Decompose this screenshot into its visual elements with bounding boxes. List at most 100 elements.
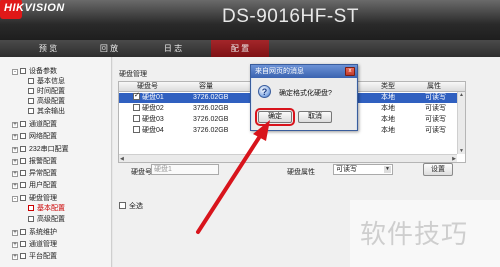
disk-id: 硬盘03	[142, 116, 164, 123]
main-nav: 预 览 回 放 日 志 配 置	[0, 40, 500, 57]
vertical-scrollbar[interactable]: ▲ ▼	[457, 92, 465, 154]
sidebar-item-label: 系统维护	[29, 229, 57, 236]
sidebar-item-platform-config[interactable]: + 平台配置	[12, 252, 57, 261]
folder-icon	[20, 158, 26, 164]
scroll-down-icon[interactable]: ▼	[459, 148, 464, 154]
section-title: 硬盘管理	[119, 71, 147, 78]
disk-id: 硬盘04	[142, 127, 164, 134]
expand-icon[interactable]: +	[12, 183, 18, 189]
sidebar-item-time-config[interactable]: 时间配置	[28, 87, 65, 96]
sidebar-item-disk-management[interactable]: - 硬盘管理	[12, 194, 57, 203]
tab-log[interactable]: 日 志	[143, 40, 203, 57]
folder-icon	[20, 241, 26, 247]
sidebar-item-serial-config[interactable]: +232串口配置	[12, 145, 69, 154]
sidebar-item-label: 通道配置	[29, 121, 57, 128]
confirm-dialog: 来自网页的消息 x ? 确定格式化硬盘? 确定 取消	[250, 64, 358, 131]
disk-attr-select[interactable]: 可读写 ▼	[333, 164, 393, 175]
disk-no-field[interactable]: 硬盘1	[151, 164, 219, 175]
sidebar-item-label: 232串口配置	[29, 146, 69, 153]
watermark: 软件技巧	[350, 200, 500, 267]
select-all-checkbox[interactable]: 全选	[119, 201, 143, 211]
horizontal-scrollbar[interactable]: ◀ ▶	[119, 154, 457, 162]
expand-icon[interactable]: +	[12, 242, 18, 248]
sidebar-item-exception-config[interactable]: + 异常配置	[12, 169, 57, 178]
sidebar-item-label: 其余输出	[37, 108, 65, 115]
sidebar-item-alarm-config[interactable]: + 报警配置	[12, 157, 57, 166]
expand-icon[interactable]: +	[12, 230, 18, 236]
page-icon	[28, 205, 34, 211]
disk-attr: 可读写	[425, 105, 446, 112]
sidebar-item-channel-config[interactable]: + 通道配置	[12, 120, 57, 129]
chevron-down-icon[interactable]: ▼	[384, 166, 391, 173]
disk-capacity: 3726.02GB	[193, 127, 229, 134]
sidebar-item-basic-info[interactable]: 基本信息	[28, 77, 65, 86]
folder-icon	[20, 146, 26, 152]
folder-icon	[20, 195, 26, 201]
sidebar-item-label: 平台配置	[29, 253, 57, 260]
sidebar-item-label: 通道管理	[29, 241, 57, 248]
col-header-attr[interactable]: 属性	[427, 82, 441, 92]
page-icon	[28, 78, 34, 84]
sidebar-item-network-config[interactable]: + 网络配置	[12, 132, 57, 141]
expand-icon[interactable]: +	[12, 254, 18, 260]
disk-attr: 可读写	[425, 94, 446, 101]
collapse-icon[interactable]: -	[12, 69, 18, 75]
expand-icon[interactable]: +	[12, 122, 18, 128]
tab-config[interactable]: 配 置	[211, 40, 269, 57]
sidebar-item-label: 高级配置	[37, 98, 65, 105]
confirm-button[interactable]: 确定	[255, 108, 295, 126]
config-sidebar: - 设备参数 基本信息 时间配置 高级配置 其余输出 + 通道配置 + 网络配置 +2…	[0, 57, 112, 267]
checkbox-icon[interactable]	[119, 202, 126, 209]
sidebar-item-device-params[interactable]: - 设备参数	[12, 67, 57, 76]
row-checkbox[interactable]	[133, 126, 140, 133]
page-icon	[28, 108, 34, 114]
sidebar-item-label: 时间配置	[37, 88, 65, 95]
scroll-left-icon[interactable]: ◀	[120, 156, 124, 162]
sidebar-item-label: 基本信息	[37, 78, 65, 85]
col-header-type[interactable]: 类型	[381, 82, 395, 92]
sidebar-item-label: 异常配置	[29, 170, 57, 177]
expand-icon[interactable]: +	[12, 134, 18, 140]
expand-icon[interactable]: +	[12, 147, 18, 153]
expand-icon[interactable]: +	[12, 159, 18, 165]
collapse-icon[interactable]: -	[12, 196, 18, 202]
scroll-up-icon[interactable]: ▲	[459, 92, 464, 98]
sidebar-item-system-maintenance[interactable]: + 系统维护	[12, 228, 57, 237]
disk-capacity: 3726.02GB	[193, 94, 229, 101]
sidebar-item-label: 高级配置	[37, 216, 65, 223]
sidebar-item-label: 用户配置	[29, 182, 57, 189]
disk-capacity: 3726.02GB	[193, 105, 229, 112]
row-checkbox[interactable]	[133, 91, 140, 101]
sidebar-item-disk-advanced-config[interactable]: 高级配置	[28, 215, 65, 224]
disk-type: 本地	[381, 105, 395, 112]
page-icon	[28, 98, 34, 104]
disk-type: 本地	[381, 94, 395, 101]
select-all-label: 全选	[129, 203, 143, 210]
disk-type: 本地	[381, 127, 395, 134]
sidebar-item-advanced-config[interactable]: 高级配置	[28, 97, 65, 106]
disk-type: 本地	[381, 116, 395, 123]
expand-icon[interactable]: +	[12, 171, 18, 177]
scroll-right-icon[interactable]: ▶	[452, 156, 456, 162]
col-header-disk-no[interactable]: 硬盘号	[137, 82, 158, 92]
row-checkbox[interactable]	[133, 104, 140, 111]
cancel-button[interactable]: 取消	[298, 111, 332, 123]
sidebar-item-user-config[interactable]: + 用户配置	[12, 181, 57, 190]
disk-attr-value: 可读写	[336, 166, 357, 173]
tab-playback[interactable]: 回 放	[79, 40, 139, 57]
sidebar-item-channel-management[interactable]: + 通道管理	[12, 240, 57, 249]
row-checkbox[interactable]	[133, 115, 140, 122]
disk-attr-label: 硬盘属性	[287, 169, 315, 176]
col-header-capacity[interactable]: 容量	[199, 82, 213, 92]
close-icon[interactable]: x	[345, 67, 355, 76]
disk-id: 硬盘01	[142, 94, 164, 101]
question-icon: ?	[258, 85, 271, 98]
tab-preview[interactable]: 预 览	[18, 40, 78, 57]
sidebar-item-basic-config[interactable]: 基本配置	[28, 204, 65, 213]
disk-attr: 可读写	[425, 116, 446, 123]
device-model: DS-9016HF-ST	[222, 6, 359, 27]
dialog-title: 来自网页的消息	[251, 65, 357, 78]
folder-icon	[20, 121, 26, 127]
set-button[interactable]: 设置	[423, 163, 453, 176]
sidebar-item-other-output[interactable]: 其余输出	[28, 107, 65, 116]
